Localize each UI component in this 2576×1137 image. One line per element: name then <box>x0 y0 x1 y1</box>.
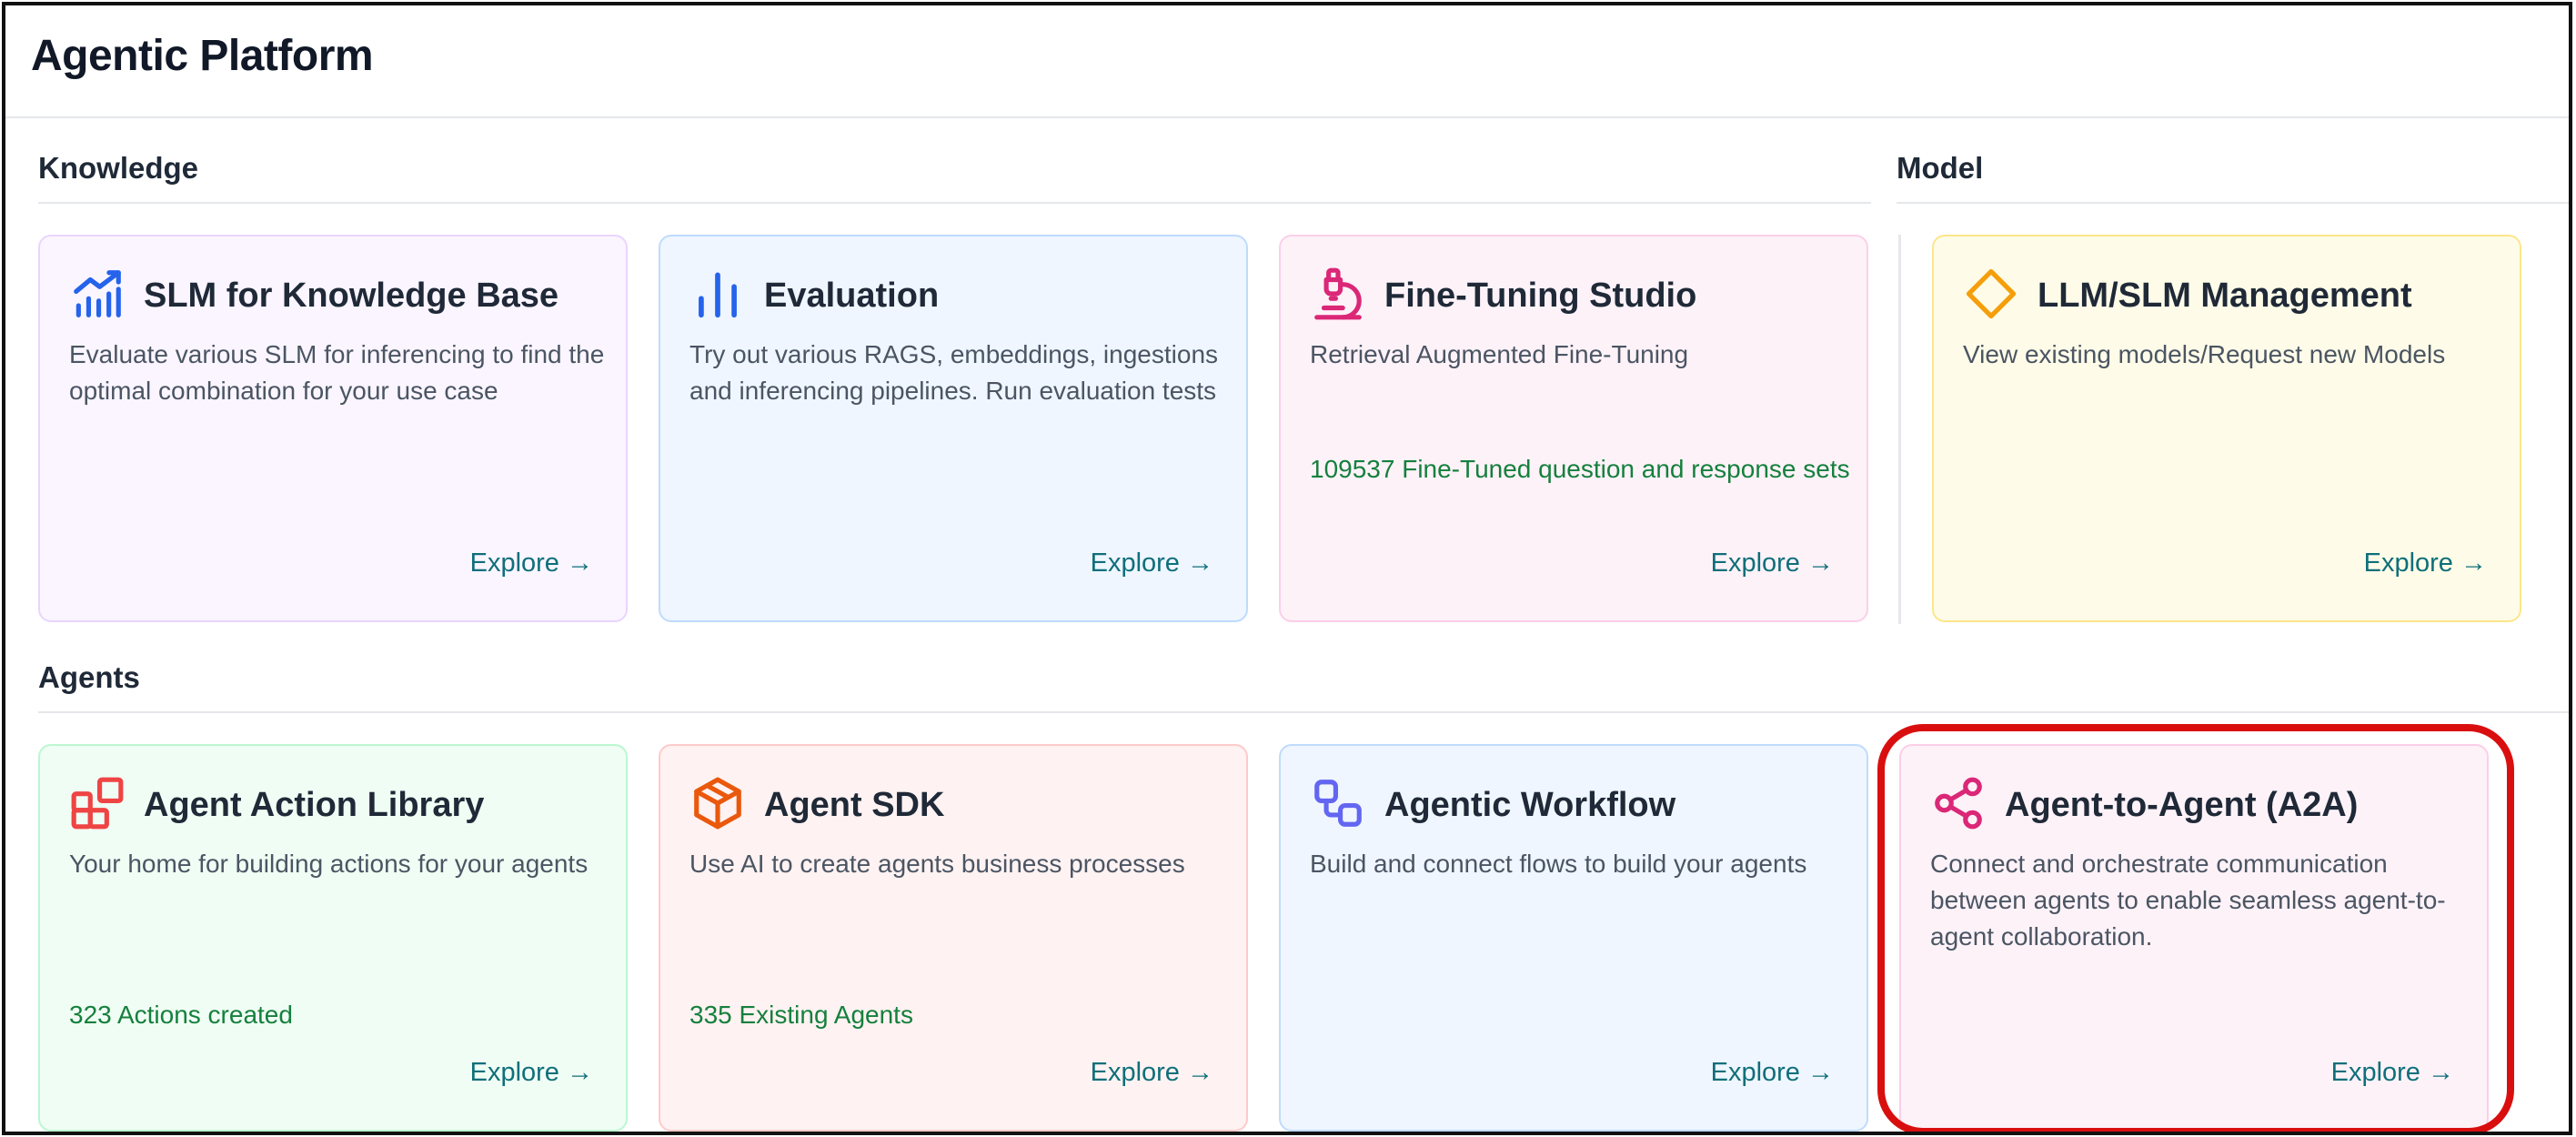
card-agent-sdk[interactable]: Agent SDK Use AI to create agents busine… <box>659 744 1248 1132</box>
explore-link[interactable]: Explore → <box>470 1058 593 1088</box>
actions-count: 323 Actions created <box>69 1001 293 1029</box>
diamond-icon <box>1963 266 2019 322</box>
card-llm-slm-management[interactable]: LLM/SLM Management View existing models/… <box>1932 235 2521 622</box>
card-description: Build and connect flows to build your ag… <box>1310 850 1807 878</box>
card-slm-knowledge-base[interactable]: SLM for Knowledge Base Evaluate various … <box>38 235 628 622</box>
section-title-knowledge: Knowledge <box>38 151 199 185</box>
fine-tuned-count: 109537 Fine-Tuned question and response … <box>1310 455 1850 483</box>
section-title-agents: Agents <box>38 660 140 694</box>
microscope-icon <box>1310 266 1366 322</box>
section-divider-agents <box>38 711 2569 713</box>
blocks-icon <box>69 775 126 831</box>
card-title: Agent Action Library <box>144 786 485 824</box>
card-title: Agent SDK <box>764 786 945 824</box>
card-title: Evaluation <box>764 277 940 315</box>
card-title: SLM for Knowledge Base <box>144 277 559 315</box>
explore-link[interactable]: Explore → <box>1091 548 1213 579</box>
vertical-bars-icon <box>689 266 746 322</box>
explore-link[interactable]: Explore → <box>1091 1058 1213 1088</box>
section-vertical-divider <box>1898 235 1901 624</box>
card-agentic-workflow[interactable]: Agentic Workflow Build and connect flows… <box>1279 744 1868 1132</box>
agents-count: 335 Existing Agents <box>689 1001 913 1029</box>
page-title: Agentic Platform <box>31 32 374 80</box>
card-evaluation[interactable]: Evaluation Try out various RAGS, embeddi… <box>659 235 1248 622</box>
card-description: Use AI to create agents business process… <box>689 850 1185 878</box>
app-header: Agentic Platform <box>5 5 2569 118</box>
package-icon <box>689 775 746 831</box>
card-agent-action-library[interactable]: Agent Action Library Your home for build… <box>38 744 628 1132</box>
card-description: Your home for building actions for your … <box>69 850 589 878</box>
section-divider-model <box>1897 202 2569 204</box>
card-title: Agentic Workflow <box>1384 786 1676 824</box>
card-fine-tuning-studio[interactable]: Fine-Tuning Studio Retrieval Augmented F… <box>1279 235 1868 622</box>
explore-link[interactable]: Explore → <box>470 548 593 579</box>
explore-link[interactable]: Explore → <box>2364 548 2487 579</box>
card-description: View existing models/Request new Models <box>1963 340 2446 368</box>
workflow-icon <box>1310 775 1366 831</box>
card-description: Try out various RAGS, embeddings, ingest… <box>689 340 1219 405</box>
app-frame: Agentic Platform Knowledge Model Agents … <box>2 2 2572 1135</box>
section-divider-knowledge <box>38 202 1871 204</box>
explore-link[interactable]: Explore → <box>1711 1058 1834 1088</box>
explore-link[interactable]: Explore → <box>1711 548 1834 579</box>
card-title: LLM/SLM Management <box>2038 277 2412 315</box>
card-description: Retrieval Augmented Fine-Tuning <box>1310 340 1689 368</box>
highlight-annotation <box>1877 724 2514 1132</box>
card-description: Evaluate various SLM for inferencing to … <box>69 340 605 405</box>
bar-chart-trend-icon <box>69 266 126 322</box>
section-title-model: Model <box>1897 151 1984 185</box>
card-title: Fine-Tuning Studio <box>1384 277 1697 315</box>
